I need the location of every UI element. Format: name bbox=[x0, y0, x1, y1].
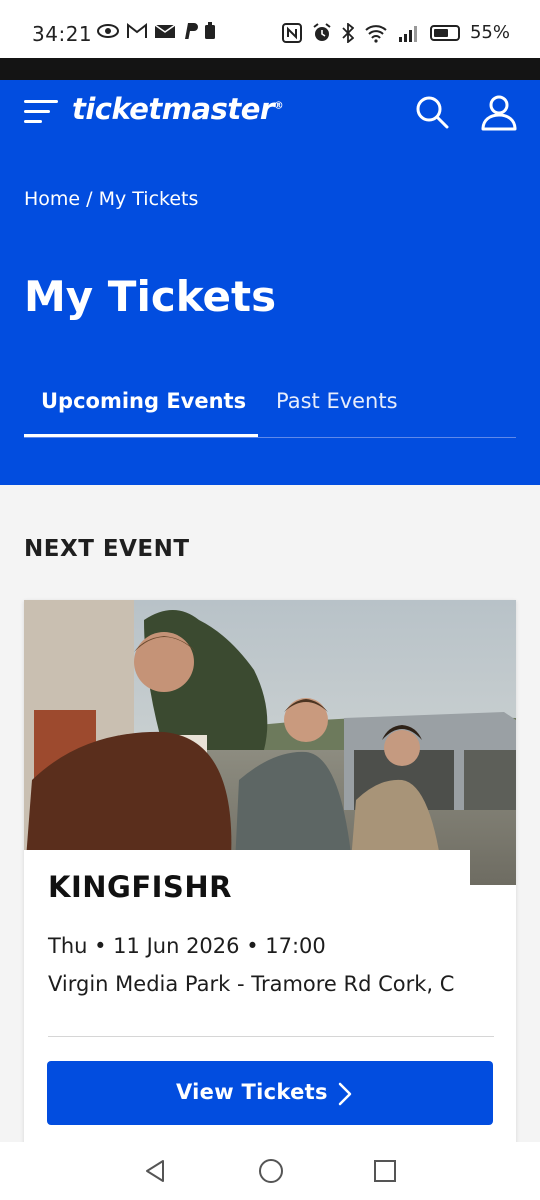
back-icon[interactable] bbox=[143, 1158, 167, 1184]
mail-icon bbox=[154, 24, 176, 38]
menu-line bbox=[24, 120, 42, 123]
wifi-icon bbox=[365, 24, 387, 43]
event-photo bbox=[24, 600, 516, 885]
bluetooth-icon bbox=[342, 22, 354, 43]
nfc-icon bbox=[281, 22, 302, 43]
battery-saver-icon bbox=[205, 22, 215, 39]
tab-upcoming-events[interactable]: Upcoming Events bbox=[41, 389, 246, 413]
active-tab-indicator bbox=[24, 434, 258, 437]
battery-icon bbox=[429, 24, 460, 41]
status-time: 34:21 bbox=[32, 22, 93, 46]
eye-icon bbox=[97, 24, 119, 38]
breadcrumb-home[interactable]: Home bbox=[24, 188, 80, 210]
app-top-strip bbox=[0, 58, 540, 80]
menu-button[interactable] bbox=[24, 100, 58, 126]
view-tickets-label: View Tickets bbox=[176, 1080, 328, 1104]
event-date: Thu • 11 Jun 2026 • 17:00 bbox=[48, 934, 326, 958]
page-title: My Tickets bbox=[24, 272, 277, 321]
signal-icon bbox=[398, 25, 417, 42]
event-artist[interactable]: KINGFISHR bbox=[48, 870, 232, 904]
card-divider bbox=[48, 1036, 494, 1037]
alarm-icon bbox=[313, 22, 331, 41]
tab-past-events[interactable]: Past Events bbox=[276, 389, 398, 413]
menu-line bbox=[24, 110, 50, 113]
account-icon[interactable] bbox=[480, 94, 518, 132]
breadcrumb-separator: / bbox=[80, 188, 99, 210]
top-navigation: ticketmaster® bbox=[0, 80, 540, 145]
view-tickets-button[interactable]: View Tickets bbox=[47, 1061, 493, 1125]
gmail-icon bbox=[127, 22, 147, 38]
menu-line bbox=[24, 100, 58, 103]
notification-icons bbox=[96, 22, 216, 40]
status-bar: 34:21 55% bbox=[0, 0, 540, 58]
logo-text: ticketmaster bbox=[72, 92, 274, 126]
ticketmaster-logo[interactable]: ticketmaster® bbox=[72, 92, 284, 126]
chevron-right-icon bbox=[338, 1082, 352, 1106]
paypal-icon bbox=[185, 23, 198, 39]
breadcrumb-current: My Tickets bbox=[98, 188, 199, 210]
battery-level: 55% bbox=[469, 22, 510, 43]
event-venue: Virgin Media Park - Tramore Rd Cork, C bbox=[48, 972, 455, 996]
page-header: ticketmaster® Home / My Tickets My Ticke… bbox=[0, 80, 540, 485]
recents-icon[interactable] bbox=[373, 1158, 397, 1184]
system-icons: 55% bbox=[281, 22, 510, 43]
logo-registered-mark: ® bbox=[273, 100, 284, 112]
section-title: NEXT EVENT bbox=[24, 536, 190, 562]
home-icon[interactable] bbox=[258, 1158, 284, 1184]
search-icon[interactable] bbox=[414, 94, 450, 130]
breadcrumb: Home / My Tickets bbox=[24, 188, 198, 210]
event-tabs: Upcoming Events Past Events bbox=[24, 380, 516, 438]
system-navigation-bar bbox=[0, 1142, 540, 1200]
